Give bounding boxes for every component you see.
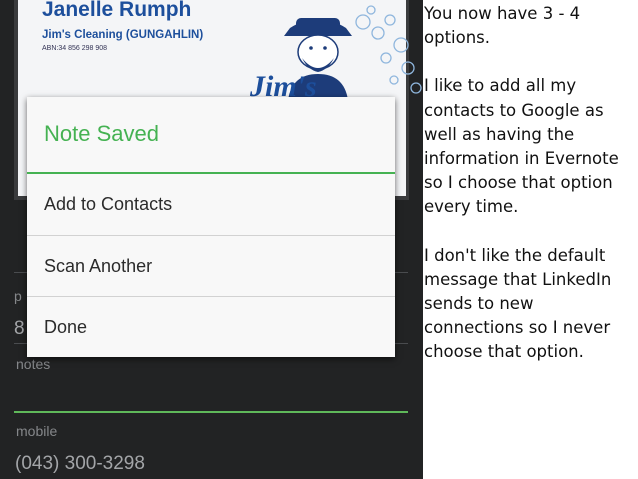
option-label: Add to Contacts bbox=[44, 194, 173, 214]
done-option[interactable]: Done bbox=[27, 297, 395, 357]
mobile-value[interactable]: (043) 300-3298 bbox=[15, 453, 145, 475]
option-label: Scan Another bbox=[44, 256, 153, 276]
note-saved-dialog: Note Saved Add to Contacts Scan Another … bbox=[27, 97, 395, 357]
dialog-title: Note Saved bbox=[44, 121, 159, 146]
scan-another-option[interactable]: Scan Another bbox=[27, 236, 395, 296]
option-label: Done bbox=[44, 317, 88, 337]
phone-screenshot: Janelle Rumph Jim's Cleaning (GUNGAHLIN)… bbox=[0, 0, 423, 479]
card-company: Jim's Cleaning (GUNGAHLIN) bbox=[42, 29, 204, 41]
commentary-text: You now have 3 - 4 options. I like to ad… bbox=[424, 2, 636, 389]
notes-label: notes bbox=[16, 356, 51, 372]
partial-field-label: p bbox=[14, 288, 22, 304]
card-abn: ABN:34 856 298 908 bbox=[42, 45, 107, 52]
mascot-logo-icon bbox=[284, 5, 422, 100]
notes-input-underline[interactable] bbox=[14, 411, 408, 413]
mobile-label: mobile bbox=[16, 423, 58, 439]
commentary-paragraph: I don't like the default message that Li… bbox=[424, 245, 612, 362]
commentary-paragraph: You now have 3 - 4 options. bbox=[424, 4, 581, 48]
partial-field-value: 8 bbox=[14, 318, 25, 339]
commentary-paragraph: I like to add all my contacts to Google … bbox=[424, 76, 619, 217]
card-name: Janelle Rumph bbox=[42, 0, 192, 21]
add-to-contacts-option[interactable]: Add to Contacts bbox=[27, 174, 395, 234]
